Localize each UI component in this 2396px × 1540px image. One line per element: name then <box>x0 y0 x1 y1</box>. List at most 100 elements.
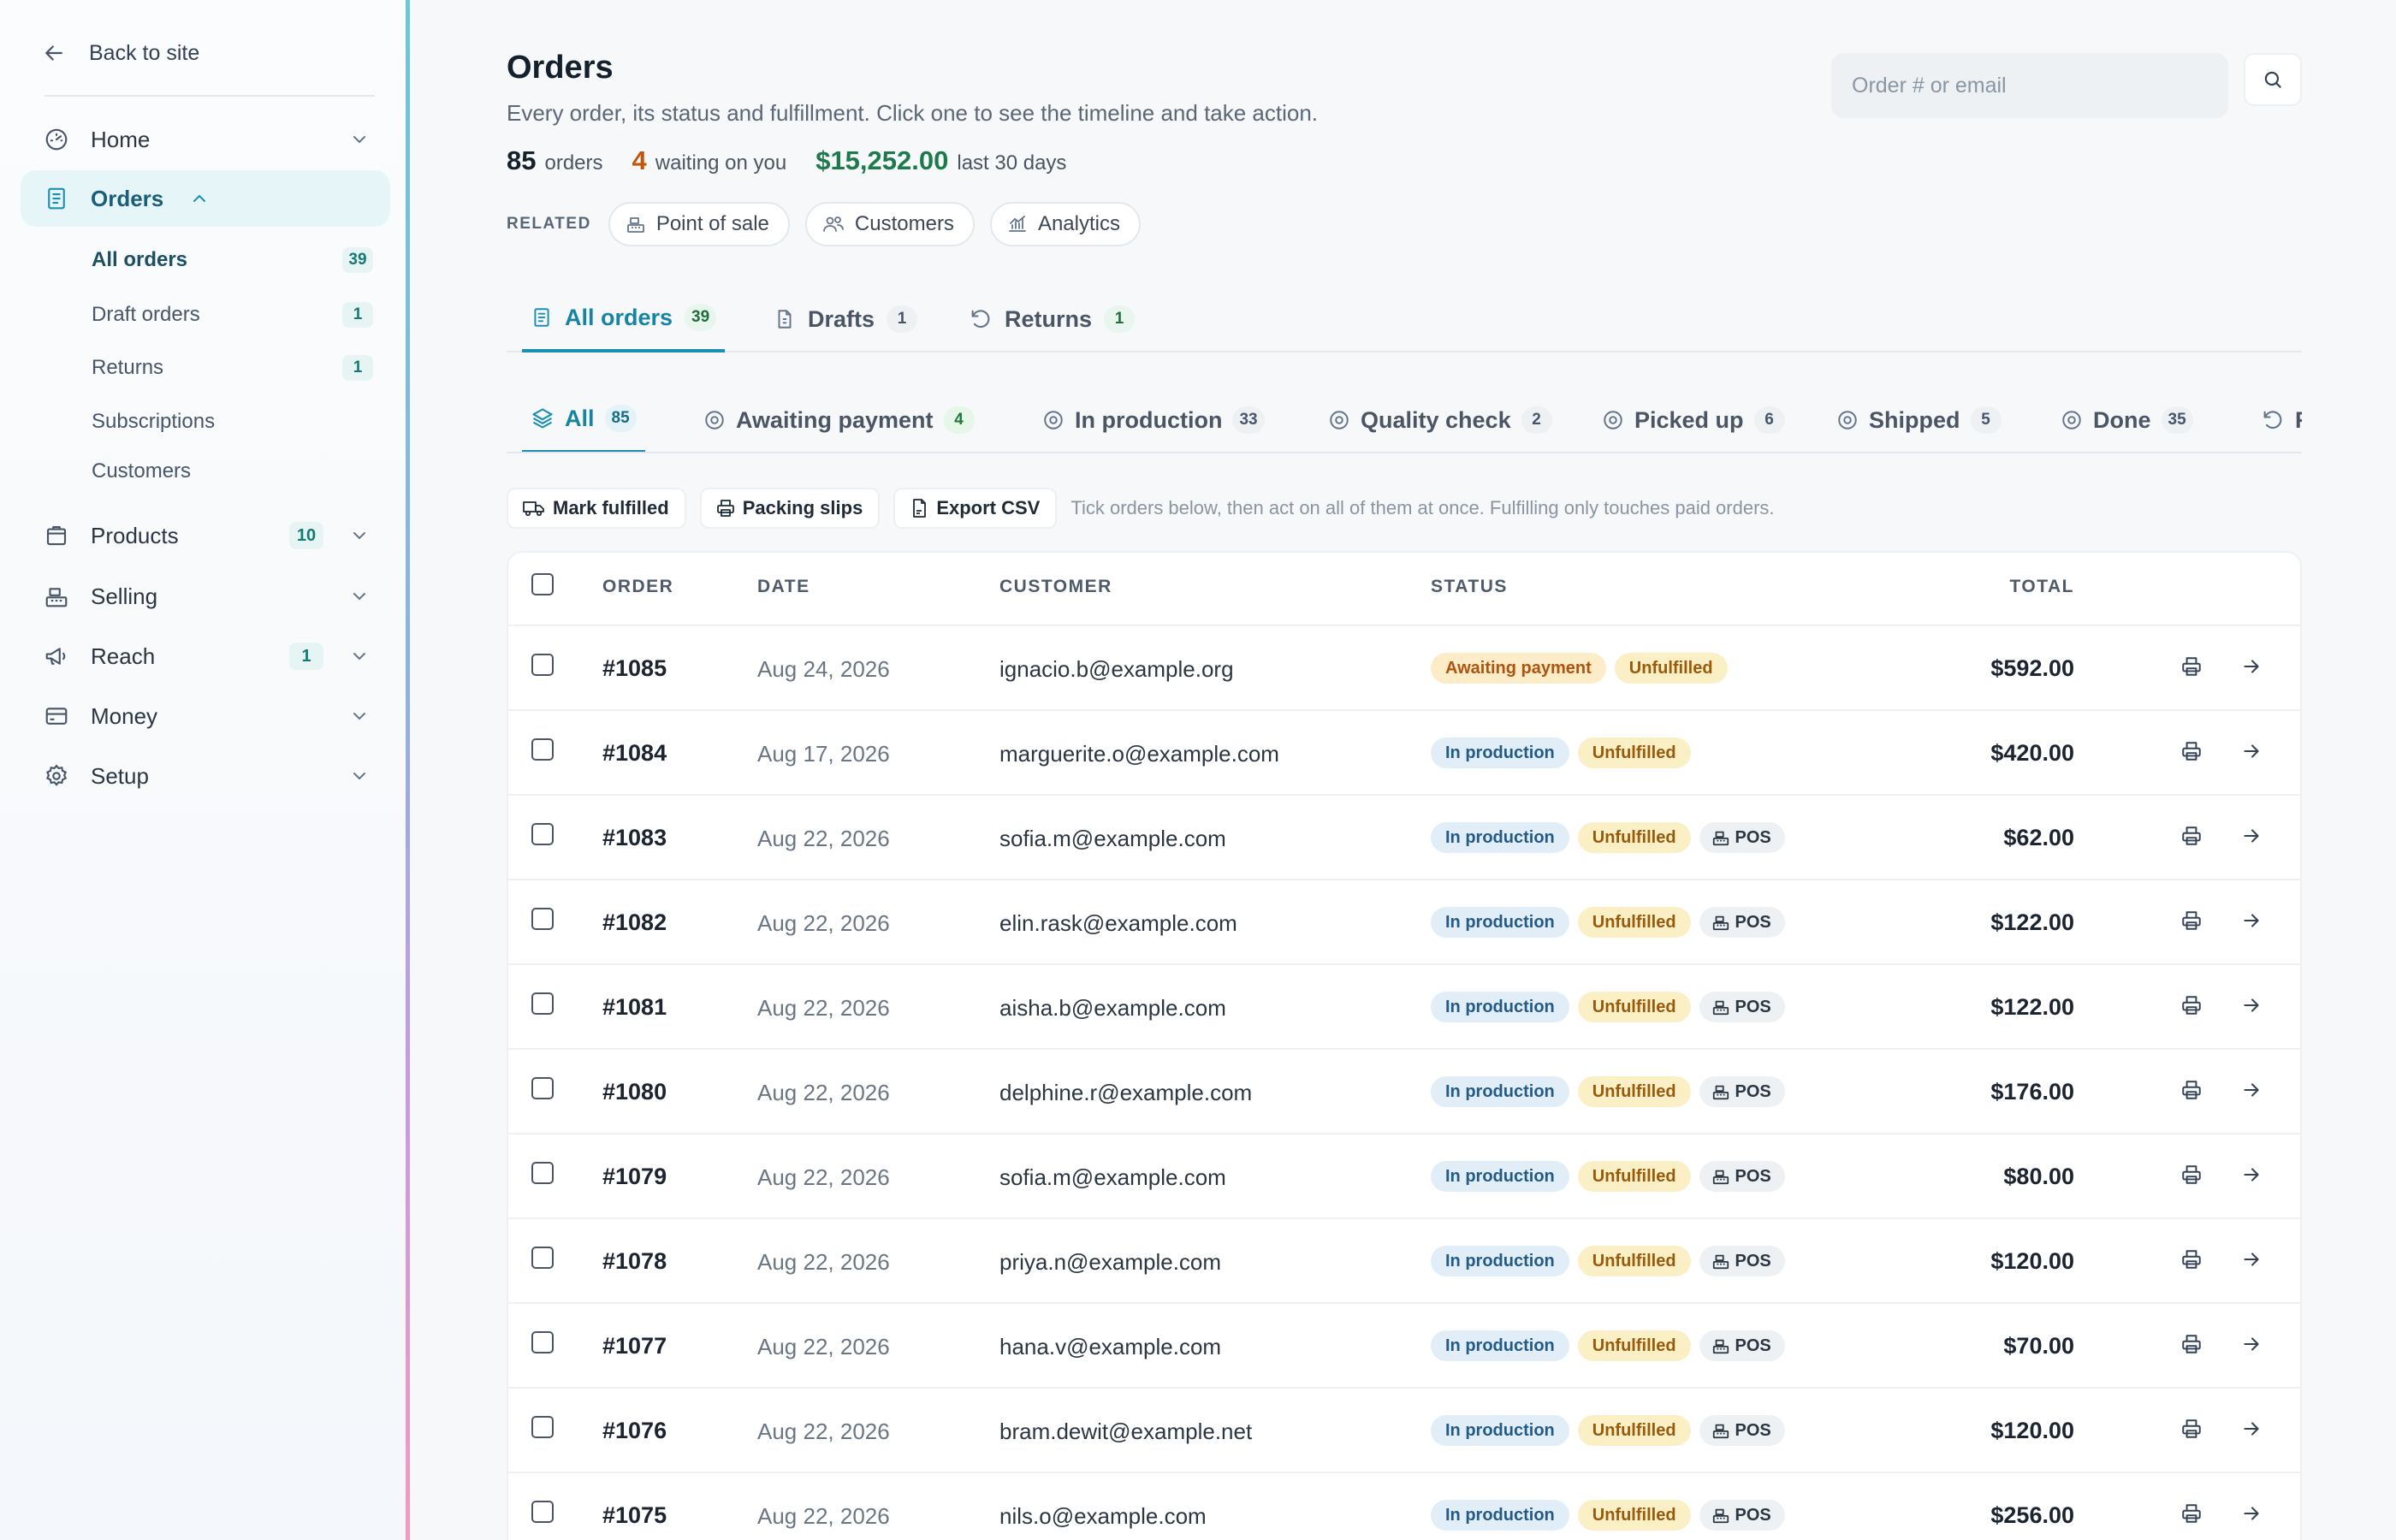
arrow-right-icon[interactable] <box>2240 825 2263 847</box>
arrow-right-icon[interactable] <box>2240 1079 2263 1101</box>
status-tab-picked-up[interactable]: Picked up 6 <box>1593 387 1794 452</box>
button-label: Export CSV <box>936 497 1041 518</box>
dashboard-icon <box>41 124 72 155</box>
table-row[interactable]: #1084 Aug 17, 2026 marguerite.o@example.… <box>508 711 2300 796</box>
status-badges: In production Unfulfilled POS <box>1431 1076 1785 1107</box>
tab-label: R <box>2295 407 2302 434</box>
row-checkbox[interactable] <box>531 823 554 845</box>
waiting-count: 4 <box>632 145 647 175</box>
customer-email: aisha.b@example.com <box>999 995 1226 1021</box>
status-tab-all[interactable]: All 85 <box>522 387 645 452</box>
table-row[interactable]: #1078 Aug 22, 2026 priya.n@example.com I… <box>508 1219 2300 1304</box>
row-checkbox[interactable] <box>531 1501 554 1523</box>
sidebar-item-home[interactable]: Home <box>21 111 390 168</box>
sidebar-item-setup[interactable]: Setup <box>21 748 390 804</box>
tab-all-orders[interactable]: All orders 39 <box>522 286 726 352</box>
arrow-right-icon[interactable] <box>2240 1333 2263 1355</box>
revenue-amount: $15,252.00 <box>815 145 949 175</box>
table-row[interactable]: #1085 Aug 24, 2026 ignacio.b@example.org… <box>508 626 2300 711</box>
back-to-site-link[interactable]: Back to site <box>41 34 199 72</box>
sidebar-item-reach[interactable]: Reach 1 <box>21 628 390 684</box>
status-tab-in-production[interactable]: In production 33 <box>1034 387 1273 452</box>
sidebar-item-money[interactable]: Money <box>21 688 390 744</box>
printer-icon[interactable] <box>2180 994 2203 1016</box>
pos-label: POS <box>1735 997 1771 1016</box>
row-checkbox[interactable] <box>531 1247 554 1269</box>
printer-icon[interactable] <box>2180 740 2203 762</box>
arrow-right-icon[interactable] <box>2240 1502 2263 1525</box>
packing-slips-button[interactable]: Packing slips <box>699 488 881 529</box>
tab-returns[interactable]: Returns 1 <box>960 286 1143 352</box>
status-tab-shipped[interactable]: Shipped 5 <box>1828 387 2010 452</box>
register-icon <box>1711 1252 1730 1270</box>
customer-email: sofia.m@example.com <box>999 1164 1226 1190</box>
customer-email: marguerite.o@example.com <box>999 741 1279 767</box>
sidebar-item-label: Products <box>91 522 179 548</box>
sidebar-subitem-subscriptions[interactable]: Subscriptions <box>72 401 380 442</box>
row-checkbox[interactable] <box>531 992 554 1015</box>
sidebar-item-products[interactable]: Products 10 <box>21 507 390 564</box>
arrow-right-icon[interactable] <box>2240 1418 2263 1440</box>
register-icon <box>626 214 646 234</box>
related-chip-analytics[interactable]: Analytics <box>989 202 1141 246</box>
status-tab-quality-check[interactable]: Quality check 2 <box>1320 387 1561 452</box>
sidebar-subitem-all-orders[interactable]: All orders 39 <box>72 240 380 281</box>
printer-icon[interactable] <box>2180 1164 2203 1186</box>
arrow-right-icon[interactable] <box>2240 740 2263 762</box>
row-checkbox[interactable] <box>531 1077 554 1099</box>
select-all-checkbox[interactable] <box>531 573 554 595</box>
arrow-right-icon[interactable] <box>2240 909 2263 932</box>
arrow-right-icon[interactable] <box>2240 655 2263 678</box>
row-checkbox[interactable] <box>531 1416 554 1438</box>
printer-icon[interactable] <box>2180 909 2203 932</box>
printer-icon[interactable] <box>2180 655 2203 678</box>
printer-icon[interactable] <box>2180 825 2203 847</box>
sidebar-subitem-draft-orders[interactable]: Draft orders 1 <box>72 294 380 335</box>
printer-icon[interactable] <box>2180 1333 2203 1355</box>
count-badge: 6 <box>1753 406 1785 434</box>
status-tab-returns[interactable]: R <box>2252 387 2302 452</box>
arrow-right-icon[interactable] <box>2240 1164 2263 1186</box>
row-checkbox[interactable] <box>531 1162 554 1184</box>
row-checkbox[interactable] <box>531 654 554 676</box>
printer-icon[interactable] <box>2180 1079 2203 1101</box>
row-checkbox[interactable] <box>531 1331 554 1353</box>
order-number: #1079 <box>602 1164 667 1189</box>
table-row[interactable]: #1081 Aug 22, 2026 aisha.b@example.com I… <box>508 965 2300 1050</box>
arrow-right-icon[interactable] <box>2240 1248 2263 1270</box>
count-badge: 1 <box>342 302 373 328</box>
order-total: $70.00 <box>2003 1333 2074 1359</box>
export-csv-button[interactable]: Export CSV <box>893 488 1058 529</box>
table-row[interactable]: #1082 Aug 22, 2026 elin.rask@example.com… <box>508 880 2300 965</box>
related-chip-point-of-sale[interactable]: Point of sale <box>608 202 790 246</box>
order-search-input[interactable] <box>1831 53 2228 118</box>
sidebar-item-orders[interactable]: Orders <box>21 170 390 227</box>
status-badges: In production Unfulfilled POS <box>1431 1161 1785 1192</box>
table-row[interactable]: #1083 Aug 22, 2026 sofia.m@example.com I… <box>508 796 2300 880</box>
table-row[interactable]: #1079 Aug 22, 2026 sofia.m@example.com I… <box>508 1134 2300 1219</box>
row-checkbox[interactable] <box>531 908 554 930</box>
search-button[interactable] <box>2244 53 2302 106</box>
status-tab-awaiting-payment[interactable]: Awaiting payment 4 <box>695 387 983 452</box>
status-badge: In production <box>1431 1500 1569 1531</box>
mark-fulfilled-button[interactable]: Mark fulfilled <box>507 488 686 529</box>
tab-drafts[interactable]: Drafts 1 <box>765 286 926 352</box>
count-badge: 1 <box>289 643 323 670</box>
table-row[interactable]: #1075 Aug 22, 2026 nils.o@example.com In… <box>508 1473 2300 1540</box>
row-checkbox[interactable] <box>531 738 554 761</box>
printer-icon[interactable] <box>2180 1418 2203 1440</box>
printer-icon[interactable] <box>2180 1248 2203 1270</box>
sidebar-subitem-returns[interactable]: Returns 1 <box>72 347 380 388</box>
related-chip-customers[interactable]: Customers <box>804 202 975 246</box>
arrow-right-icon[interactable] <box>2240 994 2263 1016</box>
status-tab-done[interactable]: Done 35 <box>2052 387 2202 452</box>
table-row[interactable]: #1077 Aug 22, 2026 hana.v@example.com In… <box>508 1304 2300 1389</box>
count-badge: 39 <box>342 247 373 273</box>
table-row[interactable]: #1080 Aug 22, 2026 delphine.r@example.co… <box>508 1050 2300 1134</box>
sidebar-subitem-label: Draft orders <box>92 303 200 326</box>
sidebar-item-selling[interactable]: Selling <box>21 568 390 625</box>
table-row[interactable]: #1076 Aug 22, 2026 bram.dewit@example.ne… <box>508 1389 2300 1473</box>
sidebar-subitem-customers[interactable]: Customers <box>72 451 380 492</box>
printer-icon[interactable] <box>2180 1502 2203 1525</box>
order-date: Aug 22, 2026 <box>757 1503 890 1529</box>
